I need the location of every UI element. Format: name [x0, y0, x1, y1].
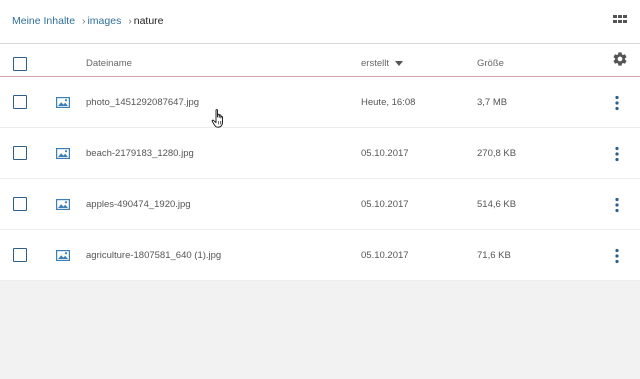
more-options-icon[interactable]	[612, 197, 622, 213]
row-checkbox[interactable]	[13, 146, 27, 160]
row-checkbox[interactable]	[13, 197, 27, 211]
file-created: Heute, 16:08	[361, 97, 416, 108]
table-row[interactable]: agriculture-1807581_640 (1).jpg 05.10.201…	[0, 230, 640, 281]
file-name[interactable]: apples-490474_1920.jpg	[86, 199, 191, 211]
column-header-created[interactable]: erstellt	[361, 58, 403, 69]
column-header-created-label: erstellt	[361, 58, 389, 69]
file-size: 270,8 KB	[477, 148, 517, 159]
file-created: 05.10.2017	[361, 148, 409, 159]
table-row[interactable]: photo_1451292087647.jpg Heute, 16:08 3,7 M…	[0, 77, 640, 128]
select-all-checkbox[interactable]	[13, 57, 27, 71]
grid-view-icon[interactable]	[612, 14, 628, 28]
more-options-icon[interactable]	[612, 95, 622, 111]
image-file-icon	[56, 148, 70, 159]
file-name[interactable]: beach-2179183_1280.jpg	[86, 148, 194, 160]
sort-descending-icon	[394, 60, 403, 66]
column-header-name[interactable]: Dateiname	[86, 58, 132, 69]
more-options-icon[interactable]	[612, 248, 622, 264]
image-file-icon	[56, 97, 70, 108]
file-size: 3,7 MB	[477, 97, 508, 108]
gear-icon[interactable]	[612, 51, 628, 67]
breadcrumb-separator: ›	[128, 15, 132, 27]
table-header: Dateiname erstellt Größe	[0, 44, 640, 77]
table-row[interactable]: apples-490474_1920.jpg 05.10.2017 514,6 KB	[0, 179, 640, 230]
top-bar: Meine Inhalte › images › nature	[0, 0, 640, 44]
breadcrumb-root-link[interactable]: Meine Inhalte	[12, 15, 75, 27]
breadcrumb-current: nature	[133, 15, 164, 27]
breadcrumb-images-link[interactable]: images	[87, 15, 121, 27]
table-row[interactable]: beach-2179183_1280.jpg 05.10.2017 270,8 KB	[0, 128, 640, 179]
file-name[interactable]: photo_1451292087647.jpg	[86, 97, 199, 109]
column-header-size[interactable]: Größe	[477, 58, 504, 69]
file-size: 71,6 KB	[477, 250, 511, 261]
breadcrumb-separator: ›	[81, 15, 86, 27]
more-options-icon[interactable]	[612, 146, 622, 162]
file-browser-panel: Meine Inhalte › images › nature Dateiname …	[0, 0, 640, 281]
file-size: 514,6 KB	[477, 199, 517, 210]
file-created: 05.10.2017	[361, 250, 409, 261]
file-name[interactable]: agriculture-1807581_640 (1).jpg	[86, 250, 221, 262]
row-checkbox[interactable]	[13, 248, 27, 262]
file-created: 05.10.2017	[361, 199, 409, 210]
row-checkbox[interactable]	[13, 95, 27, 109]
image-file-icon	[56, 250, 70, 261]
image-file-icon	[56, 199, 70, 210]
breadcrumb: Meine Inhalte › images › nature	[12, 14, 164, 28]
